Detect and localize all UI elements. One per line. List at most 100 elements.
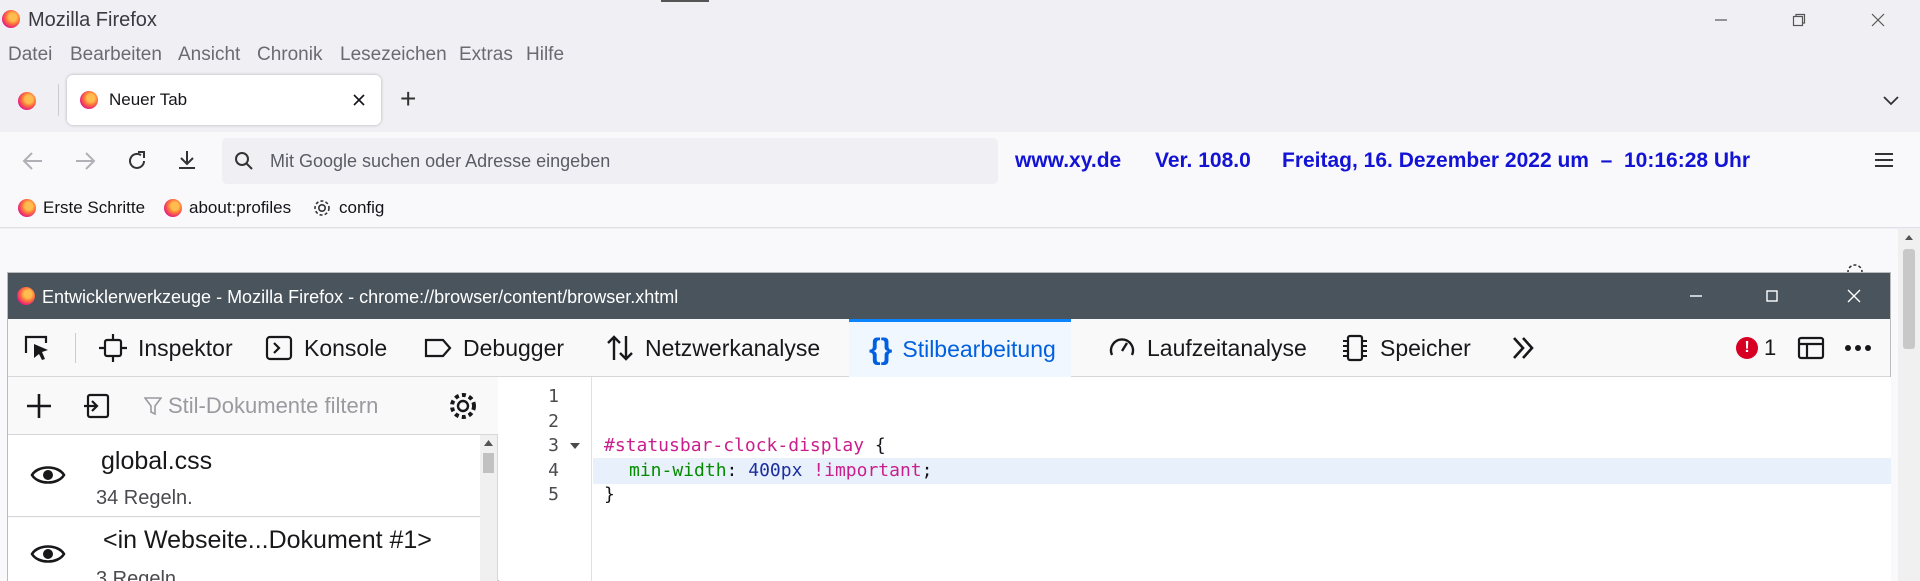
colon: : (726, 460, 749, 481)
fold-chevron-down-icon[interactable] (569, 442, 581, 450)
stylesheet-name: global.css (101, 447, 213, 475)
menu-lesezeichen[interactable]: Lesezeichen (340, 44, 447, 66)
statusbar-clock-display: Freitag, 16. Dezember 2022 um – 10:16:28… (1282, 149, 1751, 172)
eye-icon[interactable] (30, 540, 66, 568)
list-tabs-chevron-down-icon[interactable] (1882, 92, 1900, 110)
bookmark-label: Erste Schritte (43, 198, 146, 217)
import-stylesheet-icon[interactable] (82, 391, 112, 421)
forward-arrow-icon[interactable] (74, 151, 96, 171)
filter-funnel-icon (144, 397, 162, 416)
devtools-window: Entwicklerwerkzeuge - Mozilla Firefox - … (7, 272, 1891, 581)
options-menu-button[interactable] (1843, 319, 1873, 377)
title-bar: Mozilla Firefox (0, 0, 1920, 40)
inspector-icon (99, 334, 127, 362)
picker-cursor-icon (24, 335, 48, 360)
tab-neuer-tab[interactable]: Neuer Tab (67, 75, 381, 125)
line-number: 4 (548, 460, 559, 481)
error-count-button[interactable]: ! 1 (1736, 319, 1776, 377)
scroll-up-icon[interactable] (483, 439, 494, 447)
reload-icon[interactable] (126, 150, 148, 172)
add-stylesheet-plus-icon[interactable] (24, 391, 54, 421)
tab-label: Netzwerkanalyse (645, 334, 821, 361)
tab-label: Stilbearbeitung (902, 336, 1056, 362)
css-editor[interactable]: 1 2 3 4 5 #statusbar-clock-display { min… (499, 377, 1891, 581)
stylesheet-item-global-css[interactable]: global.css 34 Regeln. (8, 435, 480, 517)
menu-bearbeiten[interactable]: Bearbeiten (70, 44, 162, 66)
stylesheet-item-inline-document[interactable]: <in Webseite...Dokument #1> 3 Regeln. (8, 518, 480, 581)
bookmark-label: about:profiles (189, 198, 292, 217)
divider (75, 333, 76, 363)
new-tab-button[interactable]: + (400, 83, 416, 115)
scroll-thumb[interactable] (483, 453, 494, 473)
error-icon: ! (1736, 337, 1758, 359)
firefox-view-icon[interactable] (18, 92, 36, 110)
tab-konsole[interactable]: Konsole (264, 319, 387, 377)
minimize-icon[interactable] (1685, 285, 1707, 307)
menu-datei[interactable]: Datei (8, 44, 52, 66)
tab-debugger[interactable]: Debugger (423, 319, 564, 377)
line-number: 2 (548, 411, 559, 432)
network-arrows-icon (607, 335, 633, 361)
bookmark-about-profiles[interactable]: about:profiles (164, 198, 291, 218)
close-icon[interactable] (1843, 285, 1865, 307)
menu-hilfe[interactable]: Hilfe (526, 44, 564, 66)
filter-input[interactable]: Stil-Dokumente filtern (144, 393, 378, 419)
memory-chip-icon (1343, 334, 1367, 362)
more-dots-icon (1845, 345, 1871, 351)
dock-layout-button[interactable] (1796, 319, 1826, 377)
tab-inspektor[interactable]: Inspektor (98, 319, 233, 377)
code-line-3: #statusbar-clock-display { (604, 435, 886, 456)
minimize-icon (1715, 19, 1727, 21)
css-value: 400px (748, 460, 803, 481)
eye-icon[interactable] (30, 461, 66, 489)
page-scrollbar[interactable] (1898, 229, 1920, 581)
tab-speicher[interactable]: Speicher (1340, 319, 1471, 377)
sidebar-scrollbar[interactable] (480, 435, 497, 581)
tab-label: Speicher (1380, 334, 1471, 361)
restore-icon (1792, 13, 1806, 27)
hamburger-menu-icon[interactable] (1875, 152, 1893, 168)
layout-icon (1797, 336, 1825, 360)
tab-netzwerkanalyse[interactable]: Netzwerkanalyse (605, 319, 820, 377)
url-placeholder: Mit Google suchen oder Adresse eingeben (270, 151, 611, 171)
menu-chronik[interactable]: Chronik (257, 44, 322, 66)
maximize-icon[interactable] (1761, 285, 1783, 307)
tab-label: Neuer Tab (109, 90, 188, 109)
restore-button[interactable] (1779, 6, 1819, 34)
url-bar[interactable]: Mit Google suchen oder Adresse eingeben (222, 138, 998, 184)
line-number-gutter: 1 2 3 4 5 (499, 377, 592, 581)
stylesheet-rules-count: 34 Regeln. (96, 487, 193, 509)
sidebar-toolbar: Stil-Dokumente filtern (8, 377, 498, 435)
semicolon: ; (921, 460, 933, 481)
scroll-up-icon[interactable] (1904, 233, 1914, 241)
more-tools-button[interactable] (1508, 319, 1538, 377)
bookmark-config[interactable]: config (312, 198, 384, 218)
scroll-thumb[interactable] (1903, 249, 1915, 349)
tab-laufzeitanalyse[interactable]: Laufzeitanalyse (1107, 319, 1307, 377)
tab-label: Konsole (304, 334, 388, 361)
brace-close: } (604, 484, 615, 505)
tab-stilbearbeitung[interactable]: {} Stilbearbeitung (849, 319, 1071, 377)
close-window-button[interactable] (1858, 6, 1898, 34)
braces-icon: {} (869, 332, 893, 366)
site-label: www.xy.de (1015, 149, 1122, 172)
close-tab-icon[interactable] (353, 94, 365, 106)
filter-placeholder: Stil-Dokumente filtern (168, 393, 379, 418)
minimize-button[interactable] (1701, 6, 1741, 34)
firefox-logo-icon (17, 287, 35, 305)
line-number: 5 (548, 484, 559, 505)
bookmark-erste-schritte[interactable]: Erste Schritte (18, 198, 145, 218)
devtools-toolbar: Inspektor Konsole Debugger Netzwerkanaly… (8, 319, 1890, 377)
menu-ansicht[interactable]: Ansicht (178, 44, 240, 66)
tab-label: Debugger (463, 334, 565, 361)
downloads-icon[interactable] (176, 149, 198, 171)
back-arrow-icon[interactable] (22, 151, 44, 171)
tab-favicon-icon (80, 91, 98, 109)
menu-extras[interactable]: Extras (459, 44, 513, 66)
element-picker-button[interactable] (22, 319, 52, 377)
settings-gear-icon[interactable] (448, 391, 478, 421)
line-number: 3 (548, 435, 559, 456)
stylesheet-rules-count: 3 Regeln. (96, 568, 182, 581)
drag-indicator (661, 0, 709, 2)
bookmarks-bar: Erste Schritte about:profiles config (0, 190, 1920, 228)
